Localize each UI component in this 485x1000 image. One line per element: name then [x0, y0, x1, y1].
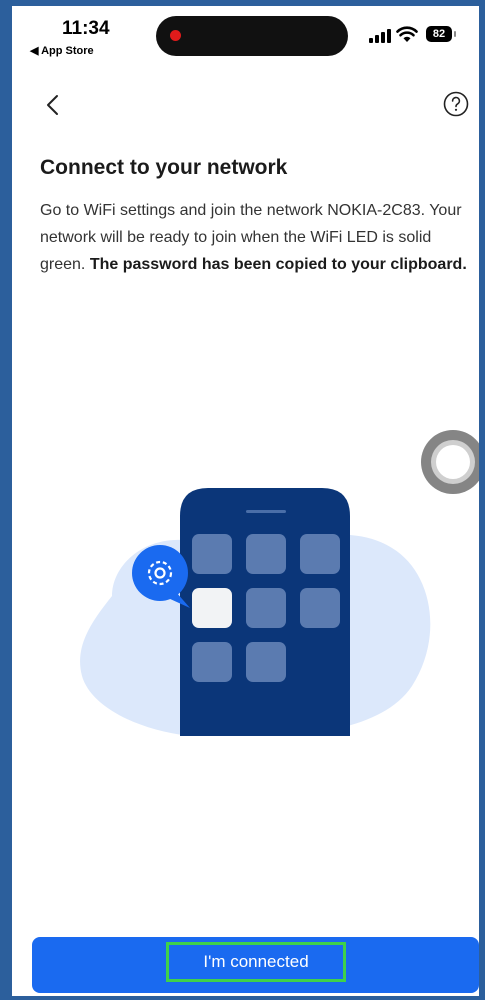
back-to-app-store-link[interactable]: ◀ App Store — [30, 44, 94, 57]
app-tile-selected — [192, 588, 232, 628]
battery-icon: 82 — [426, 26, 456, 42]
app-tile — [246, 534, 286, 574]
app-screen: 11:34 ◀ App Store 82 Connect to your net… — [12, 6, 479, 996]
recording-dot-icon — [170, 30, 181, 41]
question-circle-icon — [443, 91, 469, 117]
dynamic-island — [156, 16, 348, 56]
instructions-text: Go to WiFi settings and join the network… — [40, 197, 479, 278]
status-time: 11:34 — [62, 18, 110, 39]
battery-level: 82 — [432, 28, 446, 40]
assistive-touch-button[interactable] — [417, 426, 479, 498]
wifi-icon — [396, 26, 418, 42]
app-tile — [246, 588, 286, 628]
app-tile — [192, 642, 232, 682]
signal-icon — [369, 29, 391, 43]
phone-settings-illustration — [80, 488, 431, 736]
app-tile — [300, 588, 340, 628]
chevron-left-icon — [47, 95, 58, 115]
page-title: Connect to your network — [40, 156, 288, 179]
password-copied-note: The password has been copied to your cli… — [89, 256, 467, 273]
im-connected-label: I'm connected — [166, 942, 346, 982]
help-button[interactable] — [442, 90, 470, 118]
app-tile — [300, 534, 340, 574]
im-connected-button[interactable]: I'm connected — [32, 937, 479, 993]
app-tile — [192, 534, 232, 574]
app-tile — [246, 642, 286, 682]
status-bar: 11:34 ◀ App Store 82 — [12, 6, 479, 64]
back-button[interactable] — [38, 90, 68, 120]
phone-speaker — [246, 510, 286, 513]
